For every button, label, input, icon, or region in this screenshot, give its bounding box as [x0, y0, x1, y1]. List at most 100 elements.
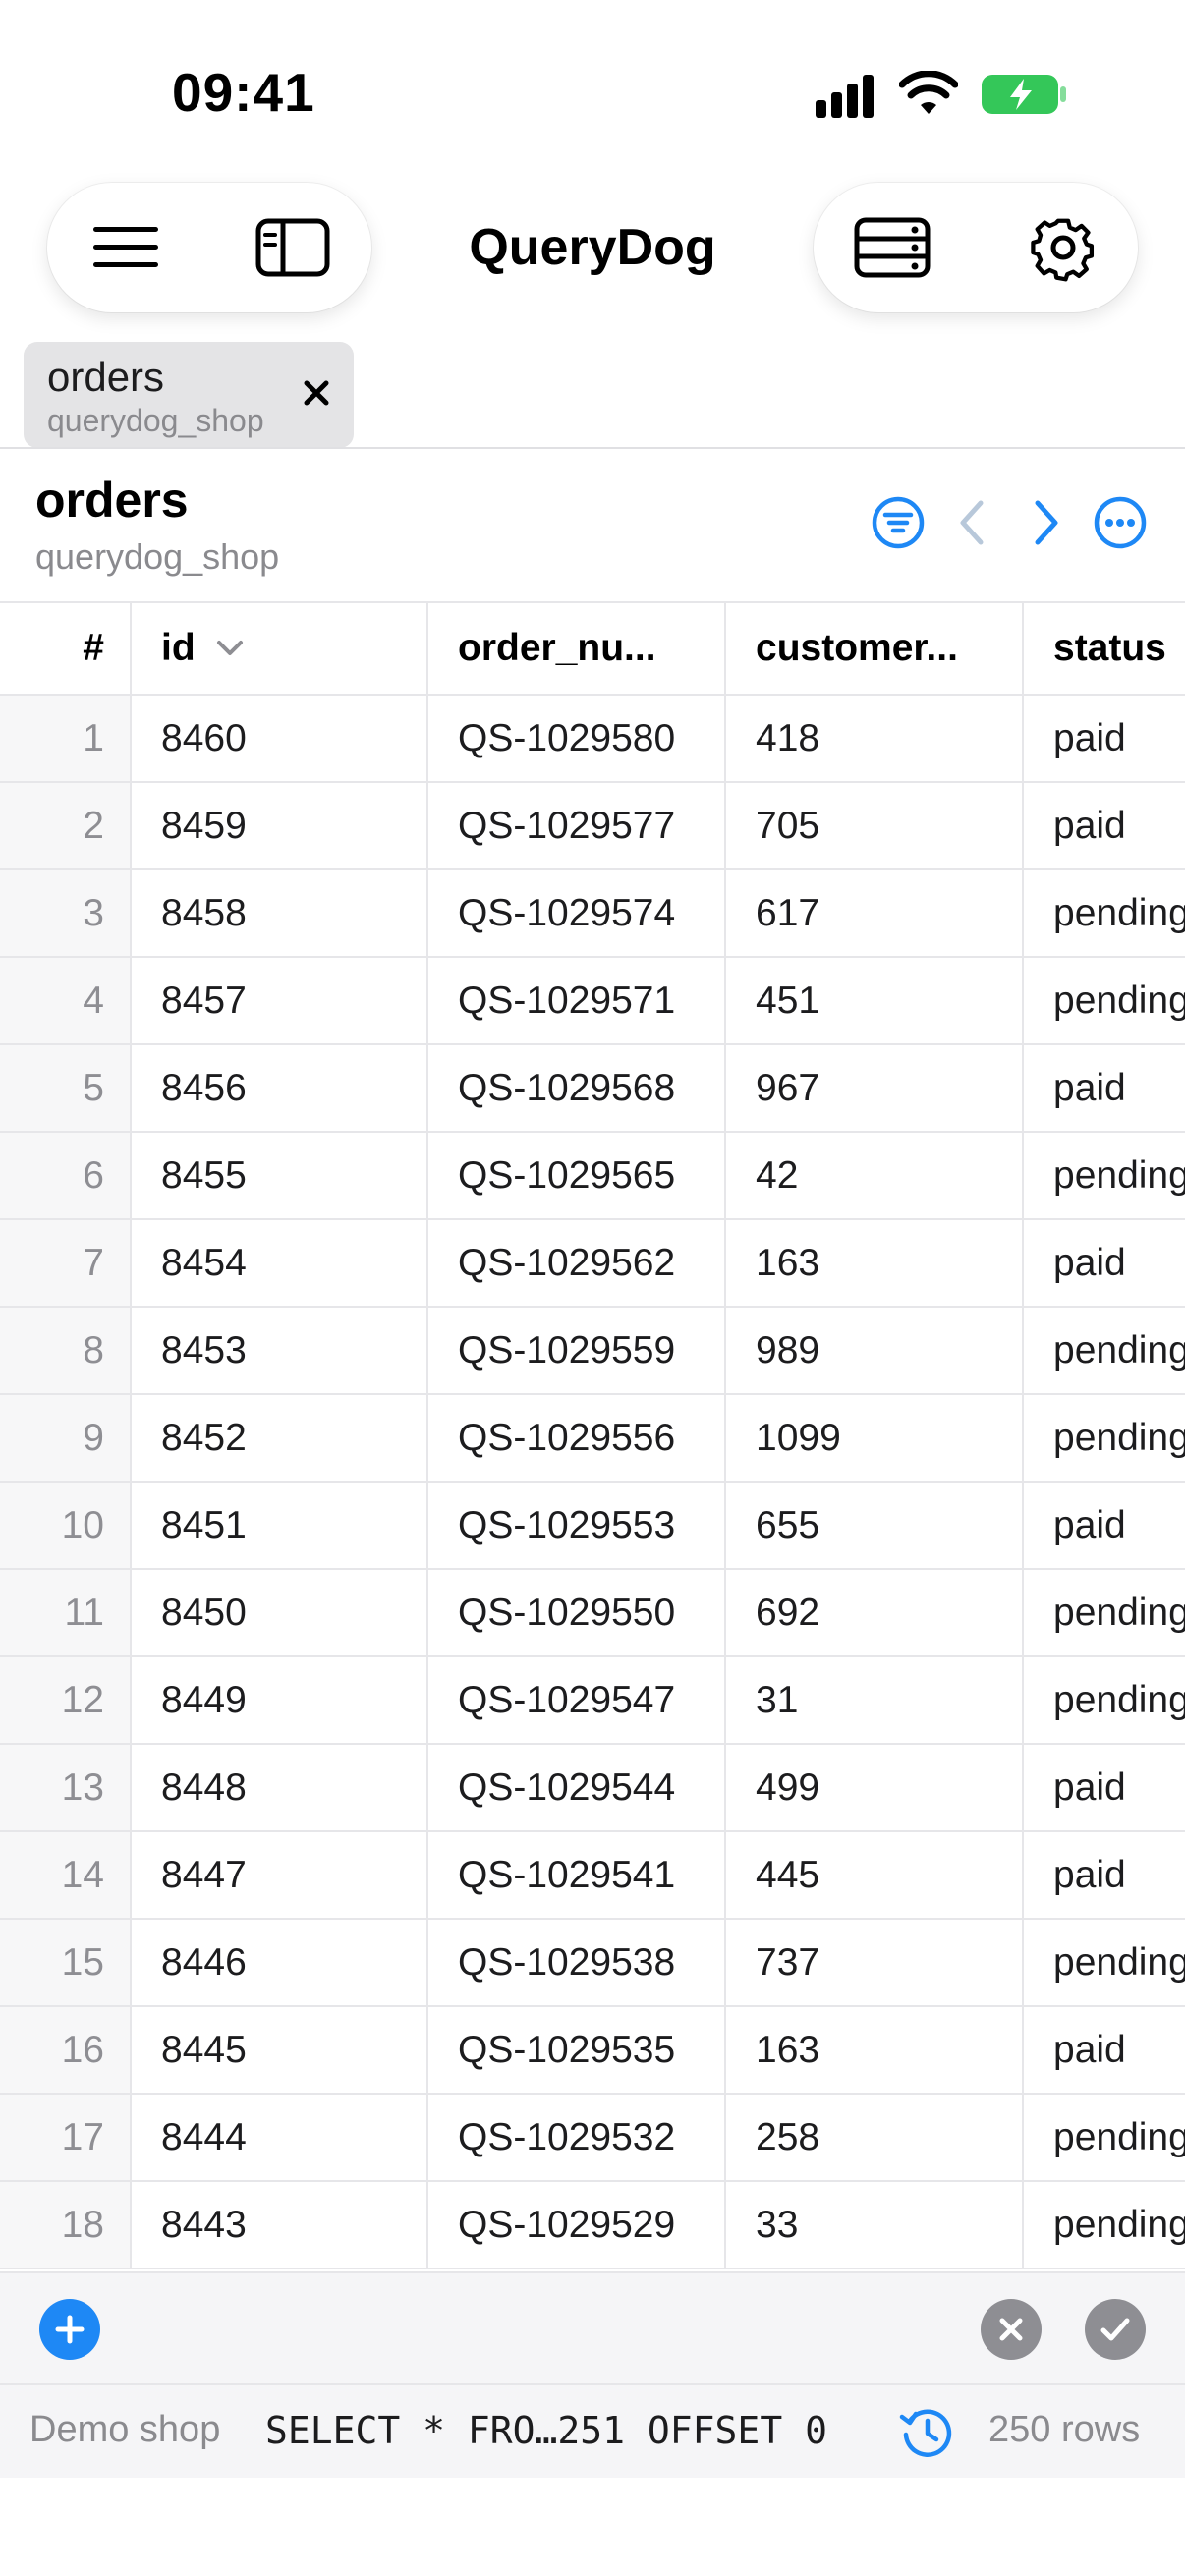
cell-customer[interactable]: 445 [726, 1832, 1024, 1918]
database-button[interactable] [851, 206, 933, 289]
table-row[interactable]: 10 8451 QS-1029553 655 paid [0, 1483, 1185, 1570]
settings-button[interactable] [1022, 206, 1104, 289]
table-row[interactable]: 18 8443 QS-1029529 33 pending [0, 2182, 1185, 2269]
cell-customer[interactable]: 42 [726, 1133, 1024, 1218]
cell-id[interactable]: 8455 [132, 1133, 428, 1218]
cell-customer[interactable]: 31 [726, 1657, 1024, 1743]
cell-customer[interactable]: 617 [726, 870, 1024, 956]
cell-order-number[interactable]: QS-1029559 [428, 1308, 726, 1393]
cell-id[interactable]: 8456 [132, 1045, 428, 1131]
cell-order-number[interactable]: QS-1029550 [428, 1570, 726, 1655]
cell-order-number[interactable]: QS-1029562 [428, 1220, 726, 1306]
cell-order-number[interactable]: QS-1029532 [428, 2095, 726, 2180]
cell-id[interactable]: 8454 [132, 1220, 428, 1306]
column-header-customer[interactable]: customer... [726, 603, 1024, 694]
sidebar-toggle-button[interactable] [252, 206, 334, 289]
table-row[interactable]: 8 8453 QS-1029559 989 pending [0, 1308, 1185, 1395]
menu-button[interactable] [85, 206, 167, 289]
cell-status[interactable]: paid [1024, 1220, 1185, 1306]
cell-customer[interactable]: 418 [726, 696, 1024, 781]
discard-changes-button[interactable] [981, 2299, 1042, 2360]
cell-customer[interactable]: 163 [726, 1220, 1024, 1306]
table-row[interactable]: 2 8459 QS-1029577 705 paid [0, 783, 1185, 870]
table-row[interactable]: 7 8454 QS-1029562 163 paid [0, 1220, 1185, 1308]
cell-status[interactable]: pending [1024, 2095, 1185, 2180]
cell-order-number[interactable]: QS-1029538 [428, 1920, 726, 2005]
table-row[interactable]: 1 8460 QS-1029580 418 paid [0, 696, 1185, 783]
query-preview[interactable]: SELECT * FRO…251 OFFSET 0 [265, 2409, 827, 2452]
cell-id[interactable]: 8450 [132, 1570, 428, 1655]
table-row[interactable]: 16 8445 QS-1029535 163 paid [0, 2007, 1185, 2095]
cell-status[interactable]: paid [1024, 1745, 1185, 1830]
cell-order-number[interactable]: QS-1029553 [428, 1483, 726, 1568]
cell-status[interactable]: pending [1024, 870, 1185, 956]
cell-order-number[interactable]: QS-1029577 [428, 783, 726, 868]
cell-order-number[interactable]: QS-1029568 [428, 1045, 726, 1131]
cell-customer[interactable]: 655 [726, 1483, 1024, 1568]
connection-name[interactable]: Demo shop [29, 2409, 220, 2451]
cell-status[interactable]: paid [1024, 1045, 1185, 1131]
cell-id[interactable]: 8445 [132, 2007, 428, 2093]
cell-customer[interactable]: 33 [726, 2182, 1024, 2268]
cell-id[interactable]: 8458 [132, 870, 428, 956]
table-row[interactable]: 14 8447 QS-1029541 445 paid [0, 1832, 1185, 1920]
cell-id[interactable]: 8453 [132, 1308, 428, 1393]
previous-page-button[interactable] [941, 491, 1004, 554]
table-row[interactable]: 9 8452 QS-1029556 1099 pending [0, 1395, 1185, 1483]
cell-id[interactable]: 8460 [132, 696, 428, 781]
table-row[interactable]: 6 8455 QS-1029565 42 pending [0, 1133, 1185, 1220]
filter-button[interactable] [867, 491, 930, 554]
table-row[interactable]: 15 8446 QS-1029538 737 pending [0, 1920, 1185, 2007]
cell-status[interactable]: pending [1024, 1570, 1185, 1655]
cell-customer[interactable]: 989 [726, 1308, 1024, 1393]
cell-status[interactable]: pending [1024, 1920, 1185, 2005]
table-row[interactable]: 17 8444 QS-1029532 258 pending [0, 2095, 1185, 2182]
cell-status[interactable]: pending [1024, 1133, 1185, 1218]
cell-status[interactable]: pending [1024, 2182, 1185, 2268]
cell-order-number[interactable]: QS-1029571 [428, 958, 726, 1043]
table-row[interactable]: 3 8458 QS-1029574 617 pending [0, 870, 1185, 958]
commit-changes-button[interactable] [1085, 2299, 1146, 2360]
table-row[interactable]: 12 8449 QS-1029547 31 pending [0, 1657, 1185, 1745]
table-row[interactable]: 4 8457 QS-1029571 451 pending [0, 958, 1185, 1045]
cell-id[interactable]: 8452 [132, 1395, 428, 1481]
cell-status[interactable]: paid [1024, 2007, 1185, 2093]
cell-status[interactable]: pending [1024, 1395, 1185, 1481]
column-header-order-number[interactable]: order_nu... [428, 603, 726, 694]
cell-id[interactable]: 8446 [132, 1920, 428, 2005]
cell-customer[interactable]: 451 [726, 958, 1024, 1043]
cell-customer[interactable]: 967 [726, 1045, 1024, 1131]
cell-id[interactable]: 8444 [132, 2095, 428, 2180]
cell-order-number[interactable]: QS-1029547 [428, 1657, 726, 1743]
cell-id[interactable]: 8447 [132, 1832, 428, 1918]
cell-id[interactable]: 8459 [132, 783, 428, 868]
cell-order-number[interactable]: QS-1029556 [428, 1395, 726, 1481]
cell-id[interactable]: 8449 [132, 1657, 428, 1743]
table-row[interactable]: 5 8456 QS-1029568 967 paid [0, 1045, 1185, 1133]
cell-id[interactable]: 8448 [132, 1745, 428, 1830]
cell-status[interactable]: paid [1024, 1483, 1185, 1568]
cell-id[interactable]: 8457 [132, 958, 428, 1043]
query-history-button[interactable] [898, 2403, 957, 2462]
cell-order-number[interactable]: QS-1029529 [428, 2182, 726, 2268]
cell-status[interactable]: paid [1024, 1832, 1185, 1918]
cell-order-number[interactable]: QS-1029574 [428, 870, 726, 956]
cell-status[interactable]: paid [1024, 696, 1185, 781]
cell-status[interactable]: paid [1024, 783, 1185, 868]
next-page-button[interactable] [1014, 491, 1077, 554]
cell-order-number[interactable]: QS-1029580 [428, 696, 726, 781]
cell-customer[interactable]: 737 [726, 1920, 1024, 2005]
cell-customer[interactable]: 1099 [726, 1395, 1024, 1481]
more-options-button[interactable] [1089, 491, 1152, 554]
cell-customer[interactable]: 705 [726, 783, 1024, 868]
cell-customer[interactable]: 258 [726, 2095, 1024, 2180]
cell-status[interactable]: pending [1024, 1308, 1185, 1393]
cell-order-number[interactable]: QS-1029544 [428, 1745, 726, 1830]
cell-customer[interactable]: 163 [726, 2007, 1024, 2093]
add-row-button[interactable] [39, 2299, 100, 2360]
table-row[interactable]: 13 8448 QS-1029544 499 paid [0, 1745, 1185, 1832]
cell-id[interactable]: 8451 [132, 1483, 428, 1568]
cell-id[interactable]: 8443 [132, 2182, 428, 2268]
cell-order-number[interactable]: QS-1029541 [428, 1832, 726, 1918]
cell-customer[interactable]: 692 [726, 1570, 1024, 1655]
